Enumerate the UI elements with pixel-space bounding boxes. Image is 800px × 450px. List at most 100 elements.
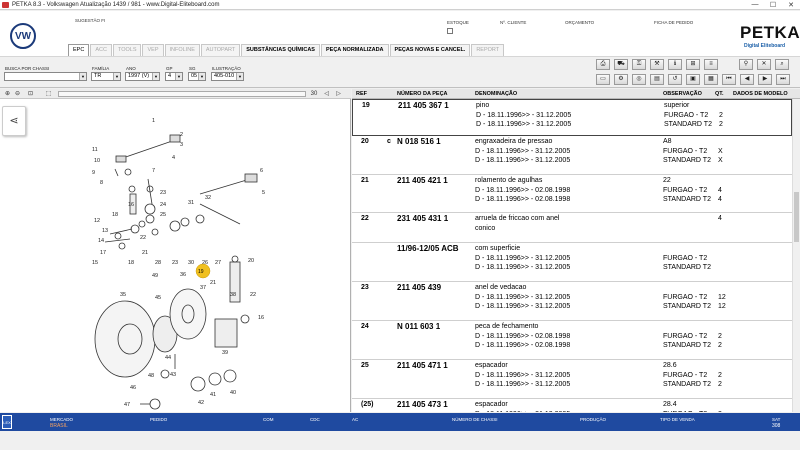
chevron-down-icon[interactable]: ▼ [198,73,205,80]
table-scrollbar[interactable] [792,99,800,412]
row-part-number: 11/96-12/05 ACB [397,244,459,253]
window-title: PETKA 8.3 - Volkswagen Atualização 1439 … [12,1,220,8]
pedido-label: FICHA DE PEDIDO [654,20,694,25]
ilustracao-select[interactable]: 405-010 ▼ [211,72,244,81]
row-ref: 23 [361,284,369,291]
lex-icon[interactable]: LEX [2,415,12,429]
hand-icon[interactable]: ⬚ [44,90,53,98]
row-observation: STANDARD T2 [663,342,711,349]
tab-autopart[interactable]: AUTOPART [200,44,241,56]
maximize-button[interactable]: ☐ [764,1,782,9]
svg-text:20: 20 [248,258,254,264]
tab-pe-a-normalizada[interactable]: PEÇA NORMALIZADA [320,44,389,56]
next-page-icon[interactable]: ▶ [758,74,772,85]
list-icon[interactable]: ≡ [704,59,718,70]
sg-value: 05 [191,73,198,79]
chevron-down-icon[interactable]: ▼ [236,73,243,80]
chassi-input[interactable]: ▼ [4,72,87,81]
zoom-slider[interactable] [58,91,306,97]
table-row[interactable]: 19 211 405 367 1 pino superior D - 18.11.199… [352,99,792,136]
svg-text:37: 37 [200,285,206,291]
svg-text:9: 9 [92,170,95,176]
row-observation: FURGAO - T2 [663,332,708,340]
ano-label: ANO [126,66,136,71]
table-row[interactable]: 11/96-12/05 ACB com superficie D - 18.11.1… [352,243,792,282]
chevron-down-icon[interactable]: ▼ [113,73,120,80]
car-icon[interactable]: ⛟ [614,59,628,70]
document-icon[interactable]: ▤ [650,74,664,85]
table-row[interactable]: 20 c N 018 516 1 engraxadeira de pressao A8 D… [352,136,792,175]
tools-icon[interactable]: ⚒ [650,59,664,70]
cdc-label: CDC [310,417,320,422]
svg-text:30: 30 [188,260,194,266]
tab-epc[interactable]: EPC [68,44,90,56]
tab-subst-ncias-qu-micas[interactable]: SUBSTÂNCIAS QUÍMICAS [241,44,320,56]
sat-label: SAT [772,417,781,422]
tab-acc[interactable]: ACC [90,44,112,56]
last-page-icon[interactable]: ⏭ [776,74,790,85]
pin-icon[interactable]: ⚲ [739,59,753,70]
svg-text:2: 2 [180,132,183,138]
zoom-in-icon[interactable]: ⊕ [3,90,12,98]
chevron-down-icon[interactable]: ▼ [152,73,159,80]
ac-label: AC [352,417,359,422]
table-row[interactable]: 22 231 405 431 1 arruela de friccao com an… [352,213,792,243]
svg-text:47: 47 [124,402,130,408]
wheel-icon[interactable]: ◎ [632,74,646,85]
zoom-out-icon[interactable]: ⊖ [13,90,22,98]
tab-vep[interactable]: VEP [142,44,164,56]
catalog-icon[interactable]: ▭ [596,74,610,85]
key-icon[interactable]: ⚿ [632,59,646,70]
row-denomination: arruela de friccao com anel [475,215,560,222]
share-icon[interactable]: ⋖ [2,106,26,136]
col-obs: OBSERVAÇÃO [663,91,702,97]
svg-text:14: 14 [98,238,104,244]
scroll-thumb[interactable] [794,192,799,242]
row-ref: 20 [361,138,369,145]
table-row[interactable]: 24 N 011 603 1 peca de fechamento D - 18.11… [352,321,792,360]
search-icon[interactable]: ⌕ [775,59,789,70]
gp-select[interactable]: 4 ▼ [165,72,183,81]
minimize-button[interactable]: — [746,1,764,9]
engine-icon[interactable]: ⚙ [614,74,628,85]
prev-page-icon[interactable]: ◀ [740,74,754,85]
mercado-label: MERCADO [50,417,74,422]
tab-tools[interactable]: TOOLS [112,44,142,56]
row-ref: (25) [361,401,374,408]
parts-diagram[interactable]: 1 11 10 9 8 7 6 5 4 3 2 12 13 14 15 17 1… [80,114,280,414]
row-quantity: 2 [719,121,723,128]
svg-text:39: 39 [222,350,228,356]
row-ref: 24 [361,323,369,330]
table-row[interactable]: (25) 211 405 473 1 espacador 28.4 D - 18.11.… [352,399,792,412]
chevron-down-icon[interactable]: ▼ [175,73,182,80]
close-button[interactable]: ✕ [782,1,800,9]
ano-select[interactable]: 1997 (V) ▼ [125,72,160,81]
close-icon[interactable]: ✕ [757,59,771,70]
history-icon[interactable]: ↺ [668,74,682,85]
estoque-checkbox[interactable] [447,28,453,34]
table-row[interactable]: 25 211 405 471 1 espacador 28.6 D - 18.11.19… [352,360,792,399]
view-icon[interactable]: ▣ [686,74,700,85]
filter-toolbar: BUSCA POR CHASSI ▼ FAMÍLIA TR ▼ ANO 1997 … [0,56,800,88]
cart-icon[interactable]: ⊞ [686,59,700,70]
tab-report[interactable]: REPORT [471,44,505,56]
row-observation: FURGAO - T2 [663,186,708,194]
chevron-down-icon[interactable]: ▼ [79,73,86,80]
row-denomination: com superficie [475,245,521,252]
svg-text:42: 42 [198,400,204,406]
vw-logo[interactable]: VW [10,23,36,49]
familia-select[interactable]: TR ▼ [91,72,121,81]
fit-icon[interactable]: ⊡ [26,90,35,98]
pan-left-icon[interactable]: ◁ [322,90,331,98]
sg-select[interactable]: 05 ▼ [188,72,206,81]
table-row[interactable]: 23 211 405 439 anel de vedacao D - 18.11.19… [352,282,792,321]
pan-right-icon[interactable]: ▷ [334,90,343,98]
sheet-icon[interactable]: ▦ [704,74,718,85]
print-icon[interactable]: ⎙ [596,59,610,70]
first-page-icon[interactable]: ⏮ [722,74,736,85]
table-row[interactable]: 21 211 405 421 1 rolamento de agulhas 22 D -… [352,175,792,213]
tab-infoline[interactable]: INFOLINE [164,44,200,56]
row-part-number: 211 405 473 1 [397,400,448,409]
info-icon[interactable]: ℹ [668,59,682,70]
tab-pe-as-novas-e-cancel[interactable]: PEÇAS NOVAS E CANCEL. [389,44,471,56]
